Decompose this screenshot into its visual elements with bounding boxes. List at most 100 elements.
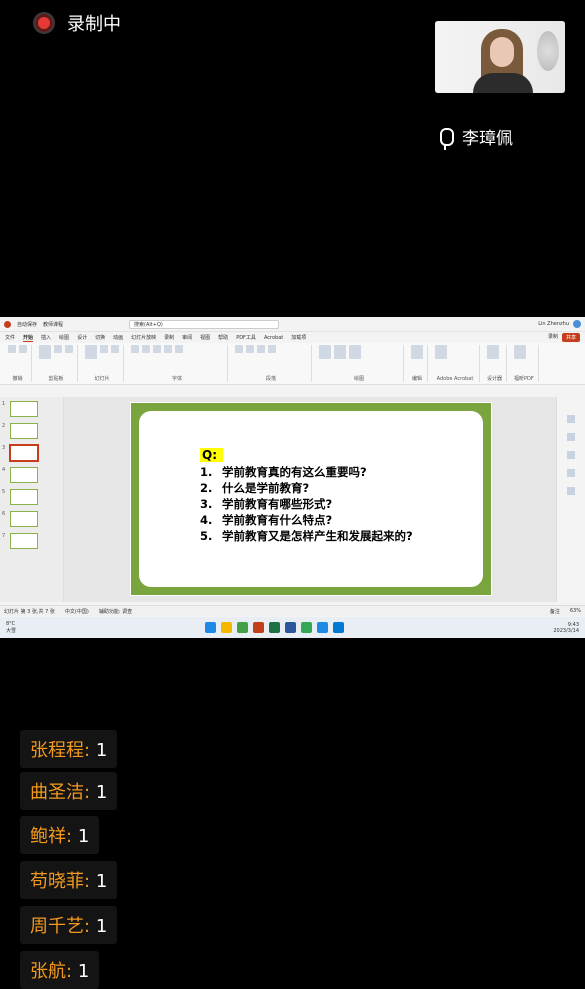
tab-help[interactable]: 帮助 xyxy=(218,334,228,341)
clock[interactable]: 9:43 2023/3/14 xyxy=(553,622,579,634)
slide-number: 4 xyxy=(2,467,6,473)
tab-animations[interactable]: 动画 xyxy=(113,334,123,341)
group-label: 撤销 xyxy=(12,376,23,382)
autosave-label[interactable]: 自动保存 xyxy=(17,321,37,328)
ribbon: 撤销 剪贴板 幻灯片 字体 段落 绘图 编辑 Adobe Acrobat 设计器… xyxy=(0,343,585,385)
chat-name: 张航: xyxy=(30,961,73,982)
app-icon[interactable] xyxy=(317,622,328,633)
pane-icon[interactable] xyxy=(567,433,575,441)
pane-icon[interactable] xyxy=(567,415,575,423)
excel-icon[interactable] xyxy=(269,622,280,633)
slide-thumb[interactable]: 2 xyxy=(2,423,61,439)
recording-indicator[interactable]: 录制中 xyxy=(33,10,121,36)
start-icon[interactable] xyxy=(205,622,216,633)
user-name: Lin Zhenzhu xyxy=(538,321,569,327)
question-list: 1. 学前教育真的有这么重要吗? 2. 什么是学前教育? 3. 学前教育有哪些形式? … xyxy=(200,464,413,544)
pane-icon[interactable] xyxy=(567,487,575,495)
bold-icon[interactable] xyxy=(131,345,139,353)
slide-thumb[interactable]: 4 xyxy=(2,467,61,483)
paste-icon[interactable] xyxy=(39,345,51,359)
slide-thumb[interactable]: 1 xyxy=(2,401,61,417)
slide-number: 1 xyxy=(2,401,6,407)
group-label: 段落 xyxy=(265,376,276,382)
tab-design[interactable]: 设计 xyxy=(77,334,87,341)
arrange-icon[interactable] xyxy=(334,345,346,359)
italic-icon[interactable] xyxy=(142,345,150,353)
doc-name: 教师课程 xyxy=(43,321,64,328)
chat-count: 1 xyxy=(77,961,90,982)
slide-thumb-selected[interactable]: 3 xyxy=(2,444,61,462)
accessibility[interactable]: 辅助功能: 调查 xyxy=(99,608,132,615)
user-account[interactable]: Lin Zhenzhu xyxy=(538,320,581,328)
shared-screen[interactable]: 自动保存 教师课程 搜索(Alt+Q) Lin Zhenzhu 文件 开始 插入… xyxy=(0,317,585,638)
search-input[interactable]: 搜索(Alt+Q) xyxy=(129,319,280,329)
shapes-icon[interactable] xyxy=(319,345,331,359)
avatar xyxy=(573,320,581,328)
tab-addins[interactable]: 加载项 xyxy=(291,334,306,341)
foxit-icon[interactable] xyxy=(514,345,527,359)
quick-styles-icon[interactable] xyxy=(349,345,361,359)
tab-home[interactable]: 开始 xyxy=(23,334,34,342)
slide-thumb[interactable]: 7 xyxy=(2,533,61,549)
workspace: 1 2 3 4 5 6 7 Q: 1. 学前教育真的有这么重要吗? 2. 什么是学前… xyxy=(0,397,585,602)
ribbon-group-editing: 编辑 xyxy=(407,345,428,382)
tab-transitions[interactable]: 切换 xyxy=(95,334,105,341)
language[interactable]: 中文(中国) xyxy=(65,608,89,615)
slide-number: 2 xyxy=(2,423,6,429)
section-icon[interactable] xyxy=(111,345,119,353)
slide-thumb[interactable]: 6 xyxy=(2,511,61,527)
layout-icon[interactable] xyxy=(100,345,108,353)
chat-name: 苟晓菲: xyxy=(30,871,91,892)
current-slide[interactable]: Q: 1. 学前教育真的有这么重要吗? 2. 什么是学前教育? 3. 学前教育有哪些形… xyxy=(130,402,492,596)
tab-acrobat[interactable]: Acrobat xyxy=(264,335,283,341)
align-left-icon[interactable] xyxy=(257,345,265,353)
meeting-icon[interactable] xyxy=(333,622,344,633)
record-button[interactable]: 录制 xyxy=(548,333,558,342)
designer-icon[interactable] xyxy=(487,345,499,359)
redo-icon[interactable] xyxy=(19,345,27,353)
find-icon[interactable] xyxy=(411,345,423,359)
slide-thumb[interactable]: 5 xyxy=(2,489,61,505)
tab-file[interactable]: 文件 xyxy=(5,334,15,341)
wechat-icon[interactable] xyxy=(301,622,312,633)
new-slide-icon[interactable] xyxy=(85,345,97,359)
speaker-video[interactable] xyxy=(435,21,565,93)
cut-icon[interactable] xyxy=(54,345,62,353)
strike-icon[interactable] xyxy=(164,345,172,353)
align-center-icon[interactable] xyxy=(268,345,276,353)
list-item: 3. 学前教育有哪些形式? xyxy=(200,497,333,511)
bullets-icon[interactable] xyxy=(235,345,243,353)
ribbon-group-drawing: 绘图 xyxy=(315,345,404,382)
pane-icon[interactable] xyxy=(567,469,575,477)
tab-slideshow[interactable]: 幻灯片放映 xyxy=(131,334,156,341)
edge-icon[interactable] xyxy=(237,622,248,633)
tab-review[interactable]: 审阅 xyxy=(182,334,192,341)
numbering-icon[interactable] xyxy=(246,345,254,353)
underline-icon[interactable] xyxy=(153,345,161,353)
tab-insert[interactable]: 插入 xyxy=(41,334,51,341)
slide-canvas[interactable]: Q: 1. 学前教育真的有这么重要吗? 2. 什么是学前教育? 3. 学前教育有哪些形… xyxy=(64,397,556,602)
tab-draw[interactable]: 绘图 xyxy=(59,334,69,341)
ribbon-group-acrobat: Adobe Acrobat xyxy=(431,345,480,382)
ribbon-group-clipboard: 剪贴板 xyxy=(35,345,78,382)
slide-preview xyxy=(10,423,38,439)
explorer-icon[interactable] xyxy=(221,622,232,633)
notes-button[interactable]: 备注 xyxy=(550,608,560,615)
share-button[interactable]: 共享 xyxy=(561,333,580,342)
tab-view[interactable]: 视图 xyxy=(200,334,210,341)
pane-icon[interactable] xyxy=(567,451,575,459)
undo-icon[interactable] xyxy=(8,345,16,353)
zoom-level[interactable]: 63% xyxy=(570,608,581,614)
list-item: 2. 什么是学前教育? xyxy=(200,481,310,495)
chat-name: 周千艺: xyxy=(30,916,91,937)
font-color-icon[interactable] xyxy=(175,345,183,353)
weather-desc: 大雪 xyxy=(6,628,17,634)
copy-icon[interactable] xyxy=(65,345,73,353)
chat-name: 曲圣洁: xyxy=(30,782,91,803)
weather-widget[interactable]: 8°C 大雪 xyxy=(6,621,16,634)
create-pdf-icon[interactable] xyxy=(435,345,447,359)
word-icon[interactable] xyxy=(285,622,296,633)
tab-pdf[interactable]: PDF工具 xyxy=(236,334,256,341)
powerpoint-icon[interactable] xyxy=(253,622,264,633)
tab-record[interactable]: 录制 xyxy=(164,334,174,341)
